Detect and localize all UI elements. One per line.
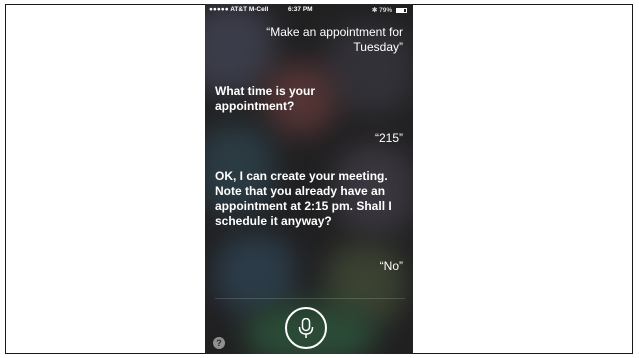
user-request: “Make an appointment for Tuesday” [266,25,403,54]
battery-icon [396,7,407,13]
battery-status: ✱ 79% [372,6,407,14]
user-time: “215” [374,131,403,145]
user-answer: “No” [379,259,403,273]
divider [215,298,405,299]
microphone-icon [298,318,314,338]
siri-conflict-response: OK, I can create your meeting. Note that… [215,169,392,228]
siri-question: What time is your appointment? [215,84,316,113]
battery-percent: 79% [379,7,393,14]
help-button[interactable]: ? [213,337,225,349]
bluetooth-icon: ✱ [371,7,378,14]
status-bar: ●●●●● AT&T M-Cell 6:37 PM ✱ 79% [205,4,413,16]
siri-microphone-button[interactable] [285,307,327,349]
carrier-label: ●●●●● AT&T M-Cell [209,6,269,13]
siri-screen: ●●●●● AT&T M-Cell 6:37 PM ✱ 79% “Make an… [205,4,413,354]
status-time: 6:37 PM [288,6,313,13]
